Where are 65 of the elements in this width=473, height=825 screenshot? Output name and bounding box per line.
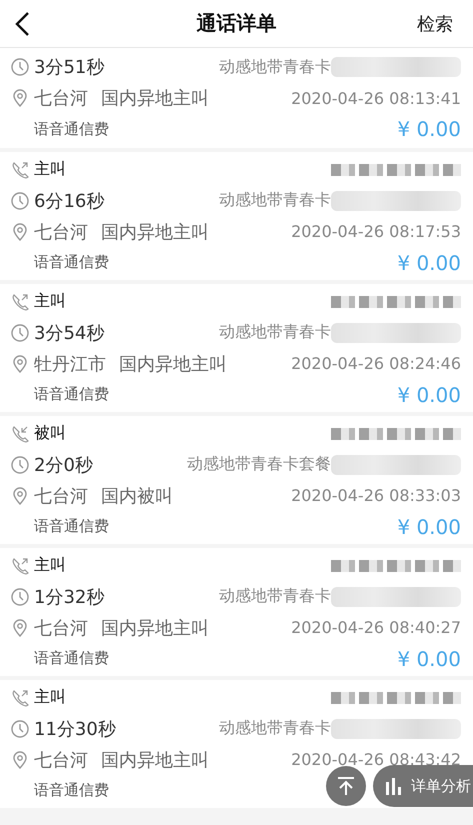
call-description: 国内异地主叫 (119, 352, 228, 376)
incoming-call-icon (10, 424, 30, 444)
call-description: 国内异地主叫 (101, 220, 210, 244)
fee-type: 语音通信费 (34, 781, 109, 800)
call-description: 国内被叫 (101, 484, 174, 508)
call-location: 七台河 (34, 748, 88, 772)
call-description: 国内异地主叫 (101, 748, 210, 772)
clock-icon (10, 586, 30, 606)
arrow-up-icon (335, 775, 357, 797)
call-record-card[interactable]: 主叫 1分32秒 动感地带青春卡 七台河 国内异地主叫 2020-04-26 08:40:27 语音通信费 ¥ 0.00 (0, 548, 473, 676)
call-description: 国内异地主叫 (101, 616, 210, 640)
analysis-button[interactable]: 详单分析 (373, 765, 473, 807)
fee-type: 语音通信费 (34, 253, 109, 272)
call-location: 七台河 (34, 87, 88, 110)
outgoing-call-icon (10, 160, 30, 180)
call-location: 牡丹江市 (34, 352, 106, 376)
call-datetime: 2020-04-26 08:13:41 (291, 88, 461, 108)
clock-icon (10, 454, 30, 474)
call-location: 七台河 (34, 220, 88, 244)
call-record-card[interactable]: 3分51秒 动感地带青春卡 七台河 国内异地主叫 2020-04-26 08:13:41 语音通信费 ¥ 0.00 (0, 48, 473, 148)
plan-name: 动感地带青春卡 (219, 718, 331, 739)
plan-name: 动感地带青春卡套餐 (187, 454, 331, 475)
call-duration: 3分54秒 (34, 322, 104, 344)
search-link[interactable]: 检索 (417, 12, 453, 36)
call-duration: 6分16秒 (34, 190, 104, 212)
call-datetime: 2020-04-26 08:40:27 (291, 618, 461, 637)
fee-type: 语音通信费 (34, 649, 109, 668)
outgoing-call-icon (10, 688, 30, 708)
call-type: 主叫 (34, 687, 66, 708)
call-duration: 2分0秒 (34, 454, 93, 476)
clock-icon (10, 57, 30, 77)
call-type: 主叫 (34, 291, 66, 312)
call-location: 七台河 (34, 616, 88, 640)
plan-name: 动感地带青春卡 (219, 322, 331, 343)
call-description: 国内异地主叫 (101, 87, 210, 110)
call-duration: 11分30秒 (34, 718, 116, 740)
plan-name: 动感地带青春卡 (219, 190, 331, 211)
call-record-card[interactable]: 主叫 6分16秒 动感地带青春卡 七台河 国内异地主叫 2020-04-26 08:17:53 语音通信费 ¥ 0.00 (0, 152, 473, 280)
fee-type: 语音通信费 (34, 120, 109, 138)
page-title: 通话详单 (196, 10, 276, 37)
call-record-card[interactable]: 主叫 3分54秒 动感地带青春卡 牡丹江市 国内异地主叫 2020-04-26 08:24:46 语音通信费 ¥ 0.00 (0, 284, 473, 412)
call-datetime: 2020-04-26 08:24:46 (291, 354, 461, 373)
call-type: 主叫 (34, 555, 66, 576)
call-type: 被叫 (34, 423, 66, 444)
call-datetime: 2020-04-26 08:33:03 (291, 486, 461, 505)
call-type: 主叫 (34, 159, 66, 180)
plan-name: 动感地带青春卡 (219, 586, 331, 607)
call-duration: 3分51秒 (34, 56, 104, 79)
fee-amount: ¥ 0.00 (397, 646, 461, 670)
fee-amount: ¥ 0.00 (397, 382, 461, 406)
outgoing-call-icon (10, 556, 30, 576)
call-record-card[interactable]: 被叫 2分0秒 动感地带青春卡套餐 七台河 国内被叫 2020-04-26 08:33:03 语音通信费 ¥ 0.00 (0, 416, 473, 544)
fee-type: 语音通信费 (34, 517, 109, 536)
call-location: 七台河 (34, 484, 88, 508)
fee-amount: ¥ 0.00 (397, 117, 461, 141)
clock-icon (10, 190, 30, 210)
plan-name: 动感地带青春卡 (219, 56, 331, 78)
fee-amount: ¥ 0.00 (397, 514, 461, 538)
call-datetime: 2020-04-26 08:17:53 (291, 222, 461, 241)
fee-type: 语音通信费 (34, 385, 109, 404)
call-duration: 1分32秒 (34, 586, 104, 608)
outgoing-call-icon (10, 292, 30, 312)
fee-amount: ¥ 0.00 (397, 250, 461, 274)
clock-icon (10, 322, 30, 342)
clock-icon (10, 718, 30, 738)
